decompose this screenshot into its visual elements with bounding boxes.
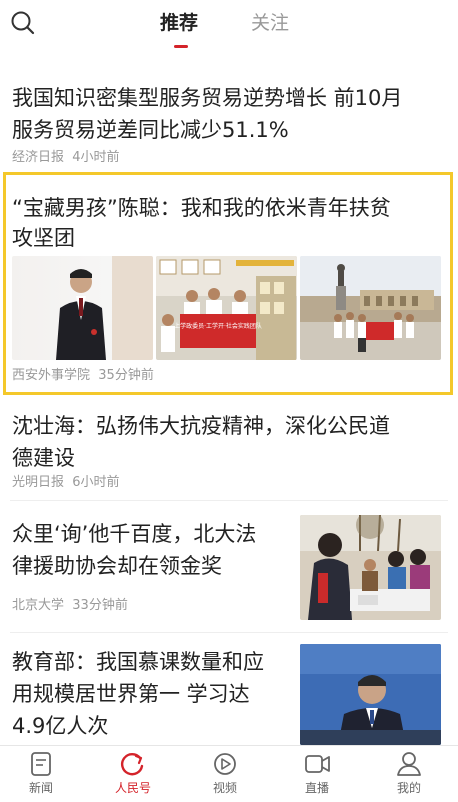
article-title: 攻坚团 — [12, 226, 75, 250]
article-photo-group-banner: 上学政委员·工学开·社会实践团队 — [156, 256, 297, 360]
nav-label: 人民号 — [114, 781, 151, 795]
article-title: 律援助协会却在领金奖 — [12, 554, 222, 578]
article-title: 我国知识密集型服务贸易逆势增长 前10月 — [12, 86, 403, 110]
search-icon[interactable] — [10, 10, 36, 36]
nav-label: 直播 — [304, 781, 329, 795]
bottom-nav: 新闻 人民号 视频 直播 我的 — [0, 745, 458, 802]
article-meta: 西安外事学院 35分钟前 — [12, 368, 154, 384]
video-icon — [214, 753, 236, 775]
top-bar: 推荐 关注 — [0, 0, 458, 62]
nav-video[interactable]: 视频 — [190, 750, 260, 796]
article-title: 服务贸易逆差同比减少51.1% — [12, 118, 289, 142]
nav-news[interactable]: 新闻 — [6, 750, 76, 796]
article-time: 4小时前 — [72, 150, 120, 165]
tab-recommend[interactable]: 推荐 — [160, 10, 198, 36]
nav-mine[interactable]: 我的 — [374, 750, 444, 796]
banner-text: 上学政委员·工学开·社会实践团队 — [174, 322, 262, 330]
article-source: 光明日报 — [12, 475, 65, 490]
nav-label: 视频 — [212, 781, 237, 795]
article-thumbnail — [300, 515, 441, 620]
article-source: 北京大学 — [12, 598, 65, 613]
divider — [10, 632, 448, 633]
article-title: 德建设 — [12, 446, 75, 470]
active-tab-indicator — [174, 45, 188, 48]
nav-label: 我的 — [396, 781, 421, 795]
article-thumbnail — [300, 644, 441, 745]
article-meta: 经济日报 4小时前 — [12, 150, 120, 166]
article-photo-monument — [300, 256, 441, 360]
article-source: 西安外事学院 — [12, 368, 91, 383]
article-time: 6小时前 — [72, 475, 120, 490]
nav-label: 新闻 — [28, 781, 53, 795]
nav-people[interactable]: 人民号 — [98, 750, 168, 796]
refresh-icon — [121, 753, 144, 776]
article-title: 教育部：我国慕课数量和应 — [12, 650, 264, 674]
nav-live[interactable]: 直播 — [282, 750, 352, 796]
news-icon — [31, 752, 51, 776]
article-source: 经济日报 — [12, 150, 65, 165]
article-time: 33分钟前 — [72, 598, 128, 613]
article-title: 众里‘询’他千百度，北大法 — [12, 522, 257, 546]
tab-follow[interactable]: 关注 — [251, 10, 289, 36]
article-meta: 光明日报 6小时前 — [12, 475, 120, 491]
article-title: 用规模居世界第一 学习达 — [12, 682, 250, 706]
article-title: “宝藏男孩”陈聪：我和我的依米青年扶贫 — [12, 196, 391, 220]
article-time: 35分钟前 — [98, 368, 154, 383]
profile-icon — [397, 752, 421, 776]
article-meta: 北京大学 33分钟前 — [12, 598, 128, 614]
article-title: 沈壮海：弘扬伟大抗疫精神，深化公民道 — [12, 414, 390, 438]
divider — [10, 500, 448, 501]
article-title: 4.9亿人次 — [12, 714, 109, 738]
article-photo-speaker — [12, 256, 153, 360]
live-icon — [305, 755, 330, 773]
